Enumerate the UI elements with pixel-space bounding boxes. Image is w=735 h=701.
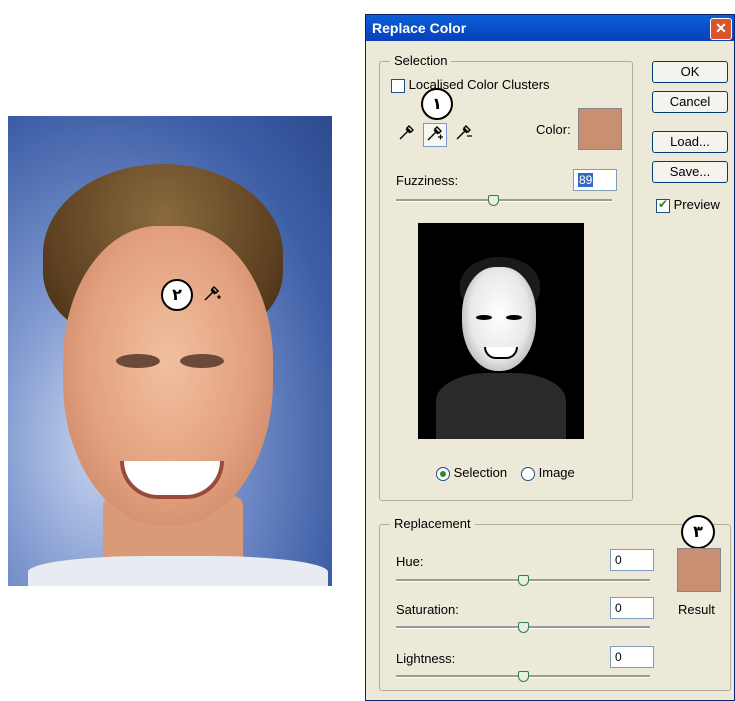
image-radio-label: Image xyxy=(538,465,575,480)
photo-right-eye xyxy=(180,354,224,368)
selection-legend: Selection xyxy=(390,53,452,68)
close-icon[interactable]: ✕ xyxy=(710,18,732,40)
lightness-slider-thumb[interactable] xyxy=(518,671,529,682)
hue-input[interactable]: 0 xyxy=(610,549,654,571)
eyedropper-plus-cursor-icon xyxy=(202,283,222,308)
preview-checkbox[interactable]: ✔ xyxy=(656,196,670,213)
selection-radio-dot xyxy=(440,470,446,477)
selection-radio-label: Selection xyxy=(453,465,508,480)
lightness-input[interactable]: 0 xyxy=(610,646,654,668)
photo-left-eye xyxy=(116,354,160,368)
preview-label: Preview xyxy=(673,197,720,212)
fuzziness-value: 89 xyxy=(578,173,594,187)
load-button[interactable]: Load... xyxy=(652,131,728,153)
preview-shirt xyxy=(436,373,566,439)
ok-button[interactable]: OK xyxy=(652,61,728,83)
localized-clusters-checkbox[interactable] xyxy=(391,78,405,93)
photo-canvas[interactable] xyxy=(8,116,332,586)
saturation-slider-thumb[interactable] xyxy=(518,622,529,633)
color-label: Color: xyxy=(536,122,571,137)
localized-clusters-checkbox-row[interactable]: Localised Color Clusters xyxy=(391,77,550,93)
annotation-three: ۳ xyxy=(681,515,715,549)
fuzziness-slider[interactable] xyxy=(396,199,612,202)
save-button[interactable]: Save... xyxy=(652,161,728,183)
hue-label: Hue: xyxy=(396,554,424,569)
fuzziness-label: Fuzziness: xyxy=(396,173,459,188)
preview-checkbox-row[interactable]: ✔ Preview xyxy=(656,197,720,213)
hue-slider-thumb[interactable] xyxy=(518,575,529,586)
eyedropper-icon[interactable] xyxy=(396,123,418,145)
selection-color-swatch[interactable] xyxy=(578,108,622,150)
result-color-swatch xyxy=(677,548,721,592)
dialog-titlebar: Replace Color ✕ xyxy=(366,15,734,41)
preview-right-eye xyxy=(506,315,522,320)
eyedropper-plus-icon[interactable] xyxy=(423,123,447,147)
selection-radio[interactable] xyxy=(436,466,450,481)
dialog-title: Replace Color xyxy=(372,20,467,36)
replace-color-dialog: Replace Color ✕ Selection Localised Colo… xyxy=(365,14,735,701)
result-label: Result xyxy=(678,602,715,617)
radio-selection-row[interactable]: Selection xyxy=(436,465,507,481)
saturation-input[interactable]: 0 xyxy=(610,597,654,619)
radio-image-row[interactable]: Image xyxy=(521,465,575,481)
checkmark-icon: ✔ xyxy=(658,196,669,211)
saturation-label: Saturation: xyxy=(396,602,459,617)
selection-preview-image xyxy=(418,223,584,439)
annotation-one: ۱ xyxy=(421,88,453,120)
cancel-button[interactable]: Cancel xyxy=(652,91,728,113)
image-radio[interactable] xyxy=(521,466,535,481)
lightness-label: Lightness: xyxy=(396,651,456,666)
photo-shirt xyxy=(28,556,328,586)
fuzziness-input[interactable]: 89 xyxy=(573,169,617,191)
eyedropper-minus-icon[interactable] xyxy=(453,123,475,145)
annotation-two: ۲ xyxy=(161,279,193,311)
preview-left-eye xyxy=(476,315,492,320)
replacement-legend: Replacement xyxy=(390,516,475,531)
